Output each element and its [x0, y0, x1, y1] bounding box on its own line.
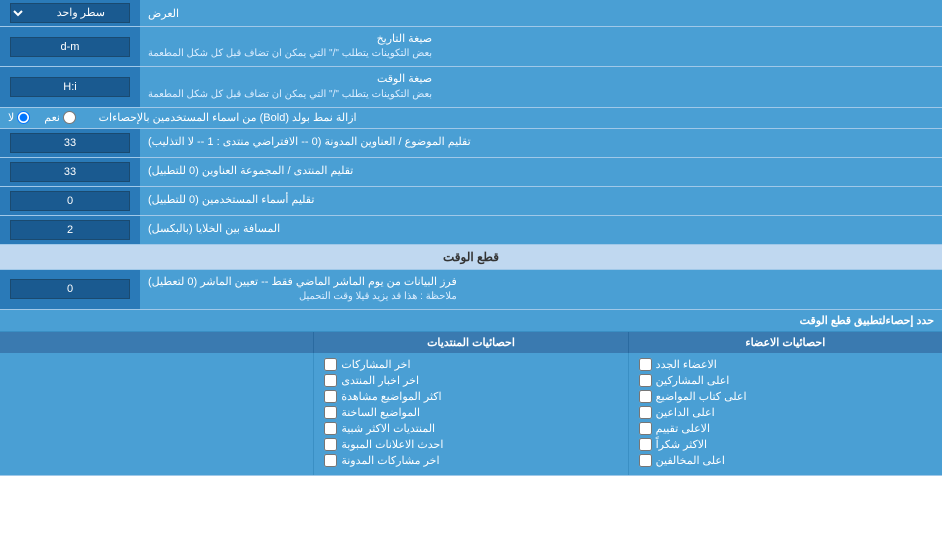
usernames-input-cell	[0, 187, 140, 215]
bold-remove-label: ازالة نمط بولد (Bold) من اسماء المستخدمي…	[99, 111, 357, 124]
checkbox-latest-topics: المواضيع الساخنة	[324, 406, 617, 419]
checkbox-top-raters: الاعلى تقييم	[639, 422, 932, 435]
top-negative-label: اعلى المخالفين	[656, 454, 725, 467]
cutoff-section-header: قطع الوقت	[0, 245, 942, 270]
bold-remove-no-radio[interactable]	[17, 111, 30, 124]
usernames-input[interactable]	[10, 191, 130, 211]
latest-topics-label: المواضيع الساخنة	[341, 406, 420, 419]
checkbox-latest-ads: احدث الاعلانات المبوبة	[324, 438, 617, 451]
top-donors-checkbox[interactable]	[639, 406, 652, 419]
top-negative-checkbox[interactable]	[639, 454, 652, 467]
checkboxes-col1: الاعضاء الجدد اعلى المشاركين اعلى كتاب ا…	[628, 353, 942, 475]
forum-titles-label: تقليم المنتدى / المجموعة العناوين (0 للت…	[140, 158, 942, 186]
latest-news-label: اخر اخبار المنتدى	[341, 374, 419, 387]
latest-ads-checkbox[interactable]	[324, 438, 337, 451]
latest-blog-checkbox[interactable]	[324, 454, 337, 467]
latest-topics-checkbox[interactable]	[324, 406, 337, 419]
checkbox-top-topic-authors: اعلى كتاب المواضيع	[639, 390, 932, 403]
bold-no-label: لا	[8, 111, 14, 124]
top-donors-label: اعلى الداعين	[656, 406, 715, 419]
checkbox-most-viewed: اكثر المواضيع مشاهدة	[324, 390, 617, 403]
usernames-label: تقليم أسماء المستخدمين (0 للتطبيل)	[140, 187, 942, 215]
forum-titles-input[interactable]	[10, 162, 130, 182]
col2-header: احصائيات المنتديات	[313, 332, 627, 353]
new-members-label: الاعضاء الجدد	[656, 358, 717, 371]
checkbox-most-thanks: الاكثر شكراً	[639, 438, 932, 451]
cell-spacing-input-cell	[0, 216, 140, 244]
bold-remove-cell: ازالة نمط بولد (Bold) من اسماء المستخدمي…	[0, 108, 942, 128]
cutoff-label: فرز البيانات من يوم الماشر الماضي فقط --…	[140, 270, 942, 309]
latest-posts-checkbox[interactable]	[324, 358, 337, 371]
limit-label: حدد إحصاءلتطبيق قطع الوقت	[800, 314, 934, 327]
time-format-label: صيغة الوقت بعض التكوينات يتطلب "/" التي …	[140, 67, 942, 106]
bold-yes-label: نعم	[44, 111, 60, 124]
top-raters-checkbox[interactable]	[639, 422, 652, 435]
display-label: العرض	[140, 0, 942, 26]
checkbox-top-negative: اعلى المخالفين	[639, 454, 932, 467]
most-similar-label: المنتديات الاكثر شبية	[341, 422, 435, 435]
cell-spacing-label: المسافة بين الخلايا (بالبكسل)	[140, 216, 942, 244]
top-posters-label: اعلى المشاركين	[656, 374, 730, 387]
checkboxes-col2: اخر المشاركات اخر اخبار المنتدى اكثر الم…	[313, 353, 627, 475]
checkbox-latest-news: اخر اخبار المنتدى	[324, 374, 617, 387]
top-posters-checkbox[interactable]	[639, 374, 652, 387]
checkbox-top-posters: اعلى المشاركين	[639, 374, 932, 387]
latest-blog-label: اخر مشاركات المدونة	[341, 454, 439, 467]
most-similar-checkbox[interactable]	[324, 422, 337, 435]
most-thanks-label: الاكثر شكراً	[656, 438, 707, 451]
date-format-input[interactable]	[10, 37, 130, 57]
col1-header: احصائيات الاعضاء	[628, 332, 942, 353]
checkboxes-col3	[0, 353, 313, 475]
date-format-input-cell	[0, 27, 140, 66]
time-format-input-cell	[0, 67, 140, 106]
latest-posts-label: اخر المشاركات	[341, 358, 410, 371]
top-topic-authors-label: اعلى كتاب المواضيع	[656, 390, 747, 403]
top-raters-label: الاعلى تقييم	[656, 422, 710, 435]
checkbox-top-donors: اعلى الداعين	[639, 406, 932, 419]
most-viewed-checkbox[interactable]	[324, 390, 337, 403]
most-thanks-checkbox[interactable]	[639, 438, 652, 451]
latest-ads-label: احدث الاعلانات المبوبة	[341, 438, 443, 451]
checkbox-latest-blog: اخر مشاركات المدونة	[324, 454, 617, 467]
forum-titles-input-cell	[0, 158, 140, 186]
cutoff-input[interactable]	[10, 279, 130, 299]
date-format-label: صيغة التاريخ بعض التكوينات يتطلب "/" الت…	[140, 27, 942, 66]
latest-news-checkbox[interactable]	[324, 374, 337, 387]
top-topic-authors-checkbox[interactable]	[639, 390, 652, 403]
topic-titles-input[interactable]	[10, 133, 130, 153]
topic-titles-input-cell	[0, 129, 140, 157]
checkbox-most-similar: المنتديات الاكثر شبية	[324, 422, 617, 435]
topic-titles-label: تقليم الموضوع / العناوين المدونة (0 -- ا…	[140, 129, 942, 157]
new-members-checkbox[interactable]	[639, 358, 652, 371]
time-format-input[interactable]	[10, 77, 130, 97]
checkbox-latest-posts: اخر المشاركات	[324, 358, 617, 371]
checkbox-new-members: الاعضاء الجدد	[639, 358, 932, 371]
cutoff-input-cell	[0, 270, 140, 309]
most-viewed-label: اكثر المواضيع مشاهدة	[341, 390, 441, 403]
bold-remove-yes-radio[interactable]	[63, 111, 76, 124]
col3-header	[0, 332, 313, 353]
display-select[interactable]: سطر واحد سطرين ثلاثة أسطر	[10, 3, 130, 23]
cell-spacing-input[interactable]	[10, 220, 130, 240]
display-select-cell: سطر واحد سطرين ثلاثة أسطر	[0, 0, 140, 26]
